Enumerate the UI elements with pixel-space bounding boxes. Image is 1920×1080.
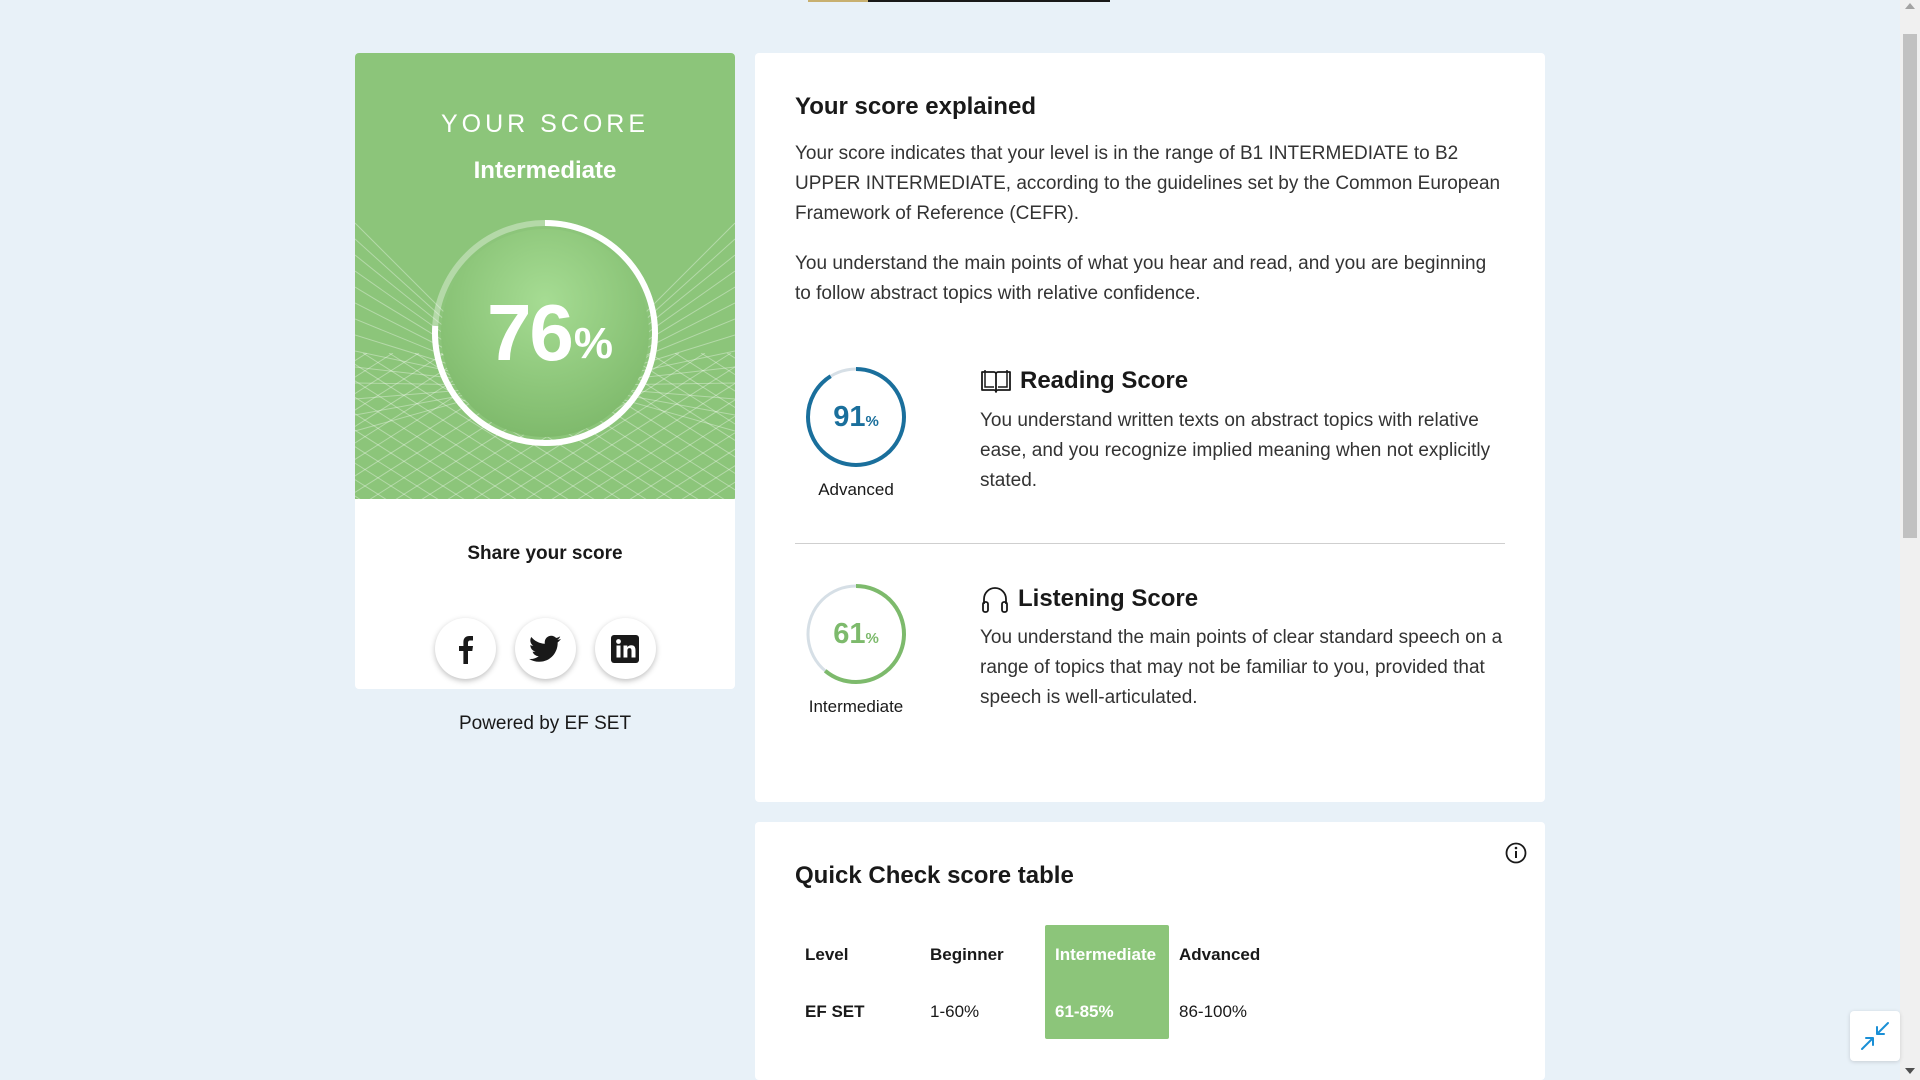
scroll-up-arrow-icon[interactable] xyxy=(1905,3,1915,9)
reading-score-section: 91% Advanced Reading Score You understan… xyxy=(795,366,1505,526)
listening-score-heading: Listening Score xyxy=(980,584,1198,614)
table-range-intermediate: 61-85% xyxy=(1055,1002,1114,1021)
linkedin-share-button[interactable] xyxy=(594,618,656,679)
table-row-header-efset: EF SET xyxy=(805,1002,865,1021)
scroll-thumb[interactable] xyxy=(1903,34,1917,538)
table-level-advanced: Advanced xyxy=(1179,945,1261,964)
headphones-icon xyxy=(982,587,1008,613)
share-title: Share your score xyxy=(467,543,623,564)
reading-score-heading: Reading Score xyxy=(980,367,1188,395)
score-card: YOUR SCORE Intermediate 76% Share your s… xyxy=(355,53,735,689)
table-row-header-level: Level xyxy=(805,945,849,964)
collapse-arrows-icon xyxy=(1861,1022,1889,1050)
reading-score-title: Reading Score xyxy=(1020,367,1189,394)
reading-score-value: 91% xyxy=(805,366,907,468)
info-icon xyxy=(1505,842,1527,864)
overall-score-number: 76 xyxy=(486,288,574,377)
reading-score-number: 91 xyxy=(833,400,866,433)
linkedin-icon xyxy=(611,634,639,663)
score-hero: YOUR SCORE Intermediate 76% xyxy=(355,53,735,499)
score-level: Intermediate xyxy=(473,157,617,184)
table-range-beginner: 1-60% xyxy=(930,1002,980,1021)
top-progress-bar xyxy=(808,0,1110,2)
listening-score-number: 61 xyxy=(833,617,866,650)
info-button[interactable] xyxy=(1504,841,1528,865)
powered-by: Powered by EF SET xyxy=(458,713,632,734)
score-eyebrow: YOUR SCORE xyxy=(440,110,650,138)
table-level-beginner: Beginner xyxy=(930,945,1004,964)
share-buttons xyxy=(355,618,735,679)
listening-score-value: 61% xyxy=(805,583,907,685)
overall-score-unit: % xyxy=(573,319,614,368)
listening-level-label: Intermediate xyxy=(808,697,904,716)
overall-score-value: 76% xyxy=(430,218,660,448)
scroll-down-arrow-icon[interactable] xyxy=(1905,1068,1915,1074)
explain-paragraph-2: You understand the main points of what y… xyxy=(795,253,1487,304)
book-icon xyxy=(981,370,1011,393)
listening-score-section: 61% Intermediate Listening Score You und… xyxy=(795,583,1505,743)
score-explained-card: Your score explained Your score indicate… xyxy=(755,53,1545,802)
reading-score-unit: % xyxy=(865,412,879,430)
twitter-share-button[interactable] xyxy=(514,618,576,679)
listening-score-unit: % xyxy=(865,629,879,647)
section-divider xyxy=(795,543,1505,544)
facebook-share-button[interactable] xyxy=(434,618,496,679)
page-scrollbar[interactable] xyxy=(1900,0,1920,1080)
exit-fullscreen-button[interactable] xyxy=(1850,1011,1900,1061)
explain-paragraph-1: Your score indicates that your level is … xyxy=(795,143,1501,224)
score-table-title: Quick Check score table xyxy=(795,862,1074,889)
twitter-icon xyxy=(529,635,561,662)
top-progress-fill xyxy=(808,0,869,2)
table-level-intermediate: Intermediate xyxy=(1055,945,1157,964)
table-range-advanced: 86-100% xyxy=(1179,1002,1248,1021)
facebook-icon xyxy=(459,635,473,664)
reading-score-description: You understand written texts on abstract… xyxy=(980,410,1491,491)
score-table-card: Quick Check score table Level EF SET Beg… xyxy=(755,822,1545,1080)
explain-title: Your score explained xyxy=(795,93,1036,120)
listening-score-description: You understand the main points of clear … xyxy=(980,627,1503,708)
reading-level-label: Advanced xyxy=(818,480,894,499)
listening-score-title: Listening Score xyxy=(1018,585,1199,612)
